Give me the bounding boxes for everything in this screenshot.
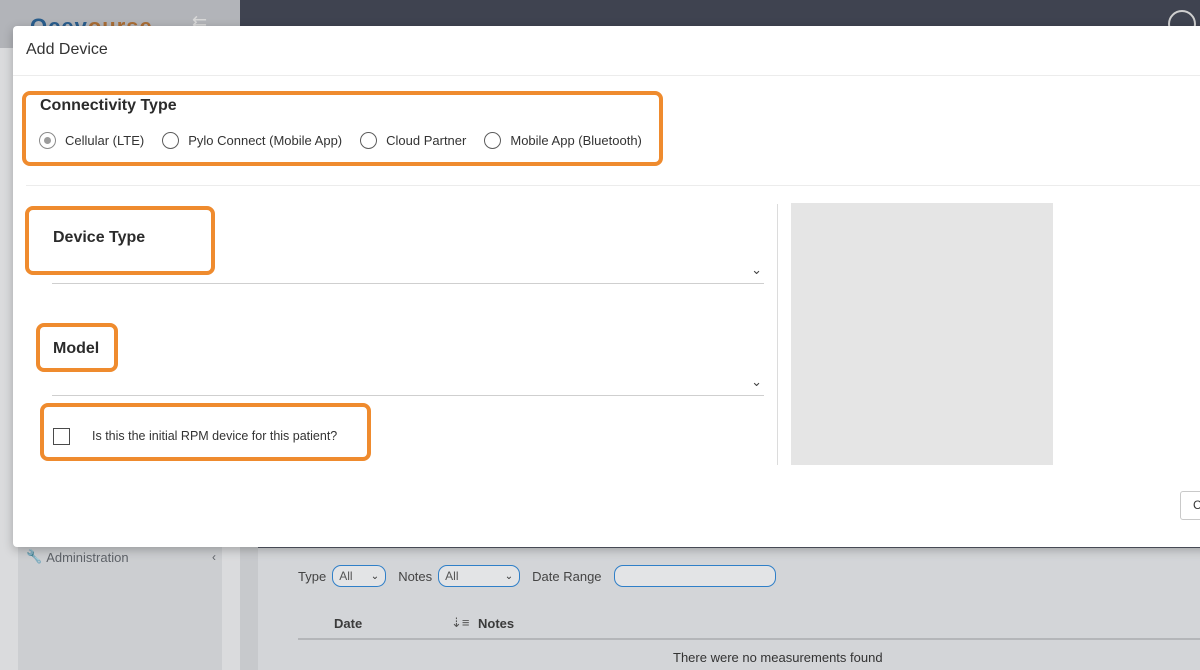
modal-title: Add Device (26, 41, 108, 58)
chevron-down-icon: ⌄ (751, 374, 762, 389)
radio-label: Pylo Connect (Mobile App) (188, 133, 343, 148)
sidebar-item-administration[interactable]: 🔧 Administration ‹ (26, 549, 216, 565)
model-label: Model (53, 340, 100, 357)
initial-device-label[interactable]: Is this the initial RPM device for this … (92, 429, 337, 443)
chevron-down-icon: ⌄ (370, 570, 380, 582)
radio-label: Cellular (LTE) (65, 133, 145, 148)
connectivity-type-label: Connectivity Type (40, 97, 177, 114)
radio-cloud-partner[interactable]: Cloud Partner (360, 132, 466, 149)
notes-filter-select[interactable]: All ⌄ (438, 565, 521, 587)
chevron-down-icon: ⌄ (504, 570, 514, 582)
sidebar-item-label: Administration (46, 549, 129, 565)
empty-table-message: There were no measurements found (673, 650, 883, 665)
date-range-input[interactable] (613, 565, 776, 587)
device-image-placeholder (791, 203, 1053, 465)
chevron-down-icon: ⌄ (751, 262, 762, 277)
radio-label: Cloud Partner (386, 133, 467, 148)
sort-descending-icon[interactable]: ⇣≡ (451, 615, 469, 631)
radio-label: Mobile App (Bluetooth) (510, 133, 642, 148)
date-range-label: Date Range (532, 568, 602, 584)
radio-pylo-connect[interactable]: Pylo Connect (Mobile App) (162, 132, 342, 149)
radio-button[interactable] (484, 132, 502, 149)
device-type-label: Device Type (53, 229, 146, 246)
radio-mobile-app-bluetooth[interactable]: Mobile App (Bluetooth) (484, 132, 642, 149)
type-filter-label: Type (298, 568, 327, 584)
column-header-notes[interactable]: Notes (478, 616, 514, 631)
vertical-divider (777, 204, 778, 465)
measurements-table-header: Date ⇣≡ Notes (298, 612, 1200, 640)
modal-header: Add Device (13, 26, 1200, 76)
measurement-filters: Type All ⌄ Notes All ⌄ Date Range (298, 565, 776, 587)
radio-button[interactable] (39, 132, 56, 149)
cancel-button[interactable]: C (1180, 491, 1200, 520)
radio-cellular-lte[interactable]: Cellular (LTE) (39, 132, 144, 149)
chevron-left-icon: ‹ (212, 550, 216, 564)
wrench-icon: 🔧 (26, 549, 43, 564)
add-device-modal: Add Device Connectivity Type Cellular (L… (13, 26, 1200, 547)
model-select[interactable]: ⌄ (52, 366, 764, 396)
connectivity-radio-group: Cellular (LTE) Pylo Connect (Mobile App)… (39, 132, 660, 149)
type-filter-select[interactable]: All ⌄ (332, 565, 387, 587)
radio-button[interactable] (360, 132, 378, 149)
radio-button[interactable] (162, 132, 180, 149)
notes-filter-label: Notes (398, 568, 433, 584)
initial-device-checkbox[interactable] (53, 428, 70, 445)
section-divider (26, 185, 1200, 186)
column-header-date[interactable]: Date (334, 616, 362, 631)
device-type-select[interactable]: ⌄ (52, 254, 764, 284)
